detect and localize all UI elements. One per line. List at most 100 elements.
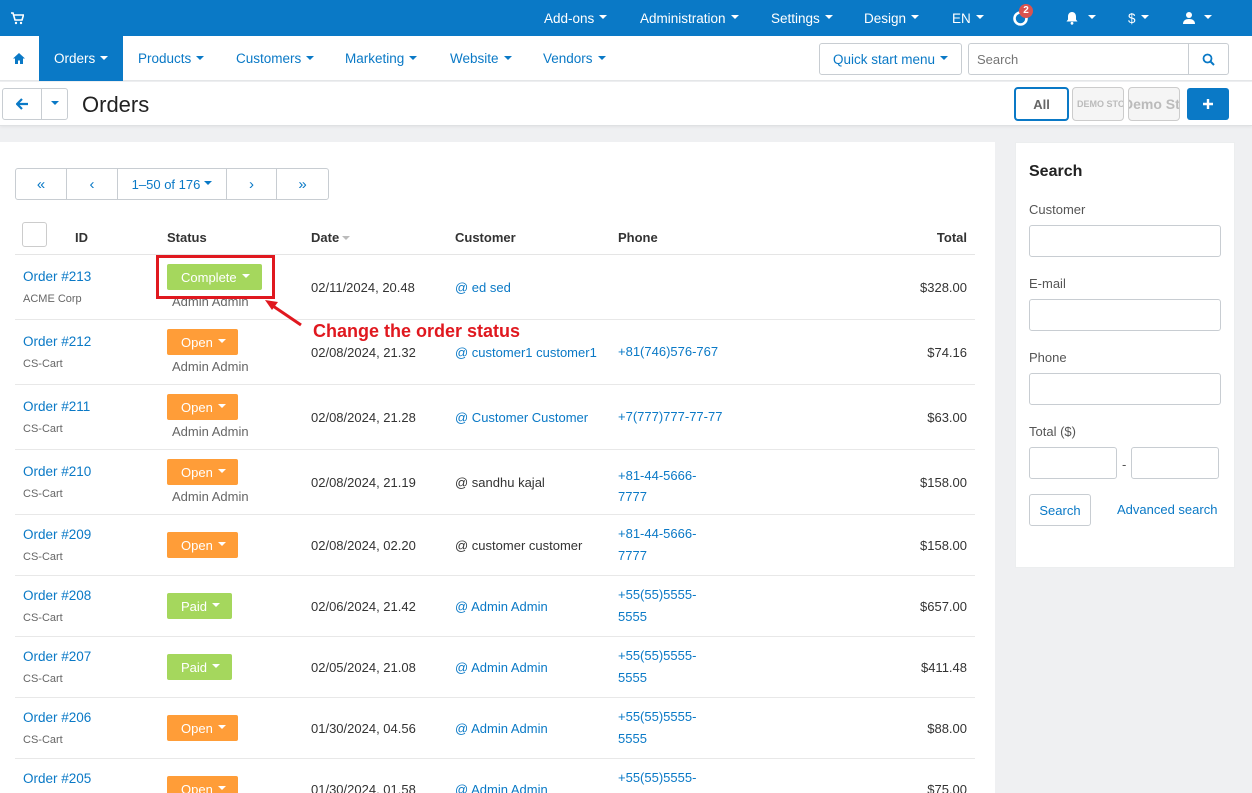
sidebar-search-button[interactable]: Search <box>1029 494 1091 526</box>
order-date: 02/05/2024, 21.08 <box>311 660 416 675</box>
add-order-button[interactable] <box>1187 88 1229 120</box>
customer-phone-cont[interactable]: 5555 <box>618 667 647 689</box>
order-id-link[interactable]: Order #212 <box>23 334 91 349</box>
status-dropdown[interactable]: Open <box>167 776 238 793</box>
header-phone[interactable]: Phone <box>618 230 658 245</box>
status-label: Open <box>181 781 213 793</box>
search-button[interactable] <box>1188 43 1229 75</box>
order-id-link[interactable]: Order #209 <box>23 527 91 542</box>
customer-link[interactable]: @ Admin Admin <box>455 721 548 736</box>
customer-field[interactable] <box>1029 225 1221 257</box>
nav-marketing[interactable]: Marketing <box>330 36 432 81</box>
customer-link[interactable]: @ Admin Admin <box>455 599 548 614</box>
quick-start-menu-button[interactable]: Quick start menu <box>819 43 962 75</box>
first-page-button[interactable]: « <box>16 169 67 199</box>
all-storefronts-button[interactable]: All <box>1014 87 1069 121</box>
customer-link[interactable]: @ ed sed <box>455 280 511 295</box>
status-dropdown[interactable]: Open <box>167 329 238 355</box>
chevron-down-icon <box>100 55 109 60</box>
total-min-field[interactable] <box>1029 447 1117 479</box>
customer-name: @ customer customer <box>455 538 583 553</box>
notifications-menu[interactable] <box>1065 0 1096 36</box>
menu-design[interactable]: Design <box>864 0 920 36</box>
customer-phone[interactable]: +55(55)5555- <box>618 645 696 667</box>
order-date: 02/08/2024, 21.28 <box>311 410 416 425</box>
customer-link[interactable]: @ Admin Admin <box>455 660 548 675</box>
header-customer[interactable]: Customer <box>455 230 516 245</box>
customer-phone-cont[interactable]: 5555 <box>618 728 647 750</box>
plus-icon <box>1203 99 1213 109</box>
user-icon <box>1183 12 1195 24</box>
status-dropdown[interactable]: Open <box>167 459 238 485</box>
nav-products[interactable]: Products <box>123 36 219 81</box>
storefront-demo-store-2[interactable]: Demo Store <box>1128 87 1180 121</box>
select-all-checkbox[interactable] <box>22 222 47 247</box>
header-total[interactable]: Total <box>937 230 967 245</box>
back-button[interactable] <box>2 88 42 120</box>
nav-website[interactable]: Website <box>435 36 527 81</box>
storefront-demo-store-1[interactable]: DEMO STORE <box>1072 87 1124 121</box>
customer-phone-cont[interactable]: 7777 <box>618 545 647 567</box>
customer-phone-cont[interactable]: 5555 <box>618 606 647 628</box>
menu-design-label: Design <box>864 10 907 26</box>
customer-link[interactable]: @ Admin Admin <box>455 782 548 793</box>
order-company: CS-Cart <box>23 673 63 685</box>
menu-addons[interactable]: Add-ons <box>544 0 608 36</box>
order-id-link[interactable]: Order #207 <box>23 649 91 664</box>
customer-phone[interactable]: +81-44-5666- <box>618 523 696 545</box>
order-id-link[interactable]: Order #210 <box>23 464 91 479</box>
last-page-button[interactable]: » <box>277 169 328 199</box>
menu-settings[interactable]: Settings <box>771 0 833 36</box>
phone-field[interactable] <box>1029 373 1221 405</box>
customer-label: Customer <box>1029 202 1086 217</box>
customer-phone[interactable]: +55(55)5555- <box>618 767 696 789</box>
header-date-label: Date <box>311 230 340 245</box>
customer-link[interactable]: @ Customer Customer <box>455 410 588 425</box>
menu-language[interactable]: EN <box>952 0 984 36</box>
header-id[interactable]: ID <box>75 230 88 245</box>
user-menu[interactable] <box>1182 0 1212 36</box>
home-button[interactable] <box>0 36 38 81</box>
page-range-dropdown[interactable]: 1–50 of 176 <box>118 169 227 199</box>
email-field[interactable] <box>1029 299 1221 331</box>
customer-link[interactable]: @ customer1 customer1 <box>455 345 597 360</box>
chevron-down-icon <box>217 786 226 790</box>
order-id-link[interactable]: Order #205 <box>23 771 91 786</box>
status-dropdown[interactable]: Open <box>167 394 238 420</box>
customer-phone[interactable]: +55(55)5555- <box>618 584 696 606</box>
status-dropdown[interactable]: Paid <box>167 654 233 680</box>
order-id-link[interactable]: Order #211 <box>23 399 90 414</box>
prev-page-button[interactable]: ‹ <box>67 169 118 199</box>
chevron-down-icon <box>911 15 920 19</box>
advanced-search-link[interactable]: Advanced search <box>1117 502 1217 517</box>
order-id-link[interactable]: Order #213 <box>23 269 91 284</box>
header-status[interactable]: Status <box>167 230 207 245</box>
cart-icon[interactable] <box>10 11 24 25</box>
range-separator: - <box>1122 457 1127 472</box>
customer-phone[interactable]: +81(746)576-767 <box>618 341 718 363</box>
customer-phone[interactable]: +55(55)5555- <box>618 706 696 728</box>
header-date[interactable]: Date <box>311 230 351 245</box>
status-label: Paid <box>181 659 208 675</box>
menu-administration[interactable]: Administration <box>640 0 739 36</box>
next-page-button[interactable]: › <box>227 169 277 199</box>
menu-currency[interactable]: $ <box>1128 0 1149 36</box>
status-dropdown[interactable]: Open <box>167 532 238 558</box>
customer-phone[interactable]: +7(777)777-77-77 <box>618 406 722 428</box>
back-dropdown-button[interactable] <box>41 88 68 120</box>
order-id-link[interactable]: Order #206 <box>23 710 91 725</box>
status-dropdown[interactable]: Paid <box>167 593 233 619</box>
chevron-down-icon <box>196 55 205 60</box>
total-max-field[interactable] <box>1131 447 1219 479</box>
nav-customers[interactable]: Customers <box>221 36 329 81</box>
customer-phone-cont[interactable]: 7777 <box>618 486 647 508</box>
nav-orders[interactable]: Orders <box>39 36 123 81</box>
customer-phone[interactable]: +81-44-5666- <box>618 465 696 487</box>
search-input[interactable] <box>968 43 1189 75</box>
status-dropdown[interactable]: Open <box>167 715 238 741</box>
order-id-link[interactable]: Order #208 <box>23 588 91 603</box>
order-total: $411.48 <box>920 660 967 675</box>
table-row: Order #211 CS-Cart Open Admin Admin 02/0… <box>15 385 975 450</box>
nav-vendors[interactable]: Vendors <box>528 36 621 81</box>
status-label: Open <box>181 537 213 553</box>
